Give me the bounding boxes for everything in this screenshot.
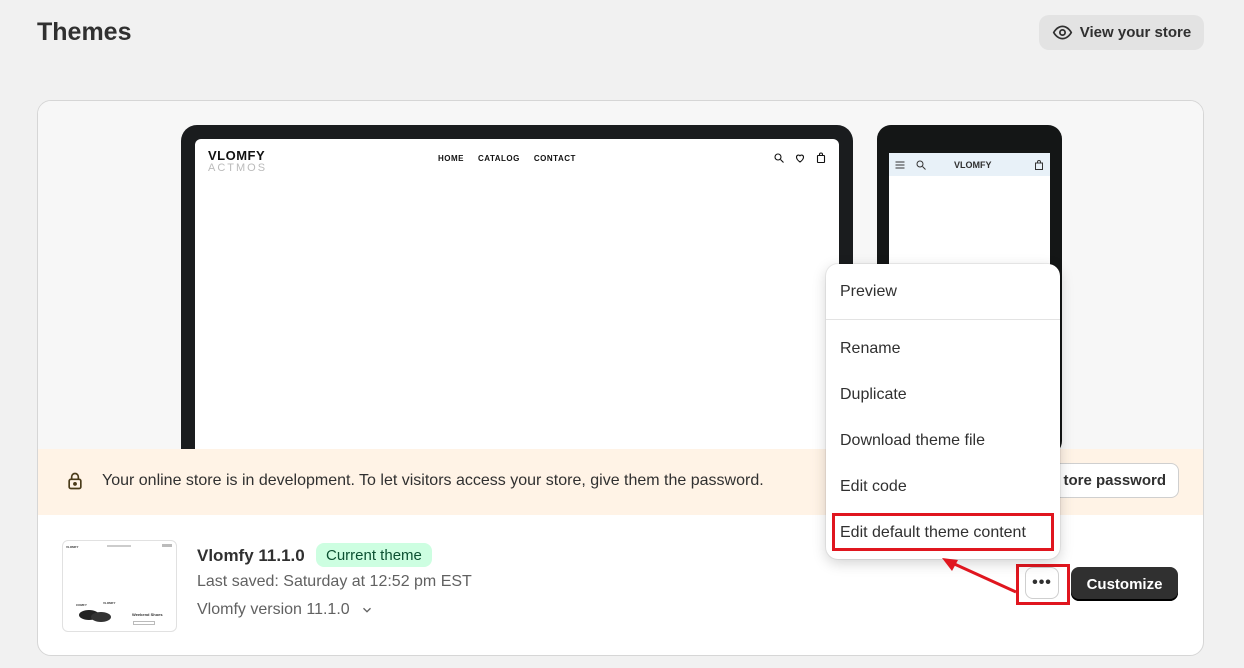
theme-name: Vlomfy 11.1.0 <box>197 546 305 565</box>
current-theme-badge: Current theme <box>316 543 432 567</box>
hamburger-icon <box>895 161 905 168</box>
site-logo-text: VLOMFY <box>208 148 266 163</box>
annotation-arrow <box>942 558 1017 594</box>
mobile-logo: VLOMFY <box>954 159 992 170</box>
menu-item-edit-code[interactable]: Edit code <box>840 478 907 496</box>
thumbnail-nav <box>107 545 131 547</box>
menu-item-duplicate[interactable]: Duplicate <box>840 386 907 404</box>
heart-icon <box>795 154 805 163</box>
view-store-label: View your store <box>1079 24 1192 41</box>
more-actions-highlight <box>1016 564 1070 605</box>
page-title: Themes <box>37 18 132 46</box>
site-nav: HOME CATALOG CONTACT <box>438 154 576 163</box>
site-nav-home: HOME <box>438 154 464 163</box>
site-nav-contact: CONTACT <box>533 154 576 163</box>
menu-item-highlight <box>832 513 1054 551</box>
menu-item-download-theme-file[interactable]: Download theme file <box>840 432 985 450</box>
cart-icon <box>1035 159 1043 170</box>
theme-thumbnail: VLOMFY COMFY VLOMFY Weekend Shoes <box>62 540 177 632</box>
thumbnail-label-c: Weekend Shoes <box>132 612 163 617</box>
last-saved-text: Last saved: Saturday at 12:52 pm EST <box>197 573 472 590</box>
shoes-image <box>79 610 111 622</box>
customize-button[interactable]: Customize <box>1071 567 1178 601</box>
view-store-button[interactable]: View your store <box>1039 15 1204 50</box>
eye-icon <box>1052 25 1073 40</box>
thumbnail-button <box>133 621 155 625</box>
search-icon <box>916 160 926 170</box>
site-icons <box>773 152 827 164</box>
thumbnail-logo: VLOMFY <box>66 545 79 549</box>
mobile-header: VLOMFY <box>889 153 1050 176</box>
menu-divider <box>826 319 1060 320</box>
banner-text: Your online store is in development. To … <box>102 472 764 489</box>
theme-version-text: Vlomfy version 11.1.0 <box>197 601 350 618</box>
bag-icon <box>816 152 826 164</box>
site-nav-catalog: CATALOG <box>478 154 520 163</box>
desktop-preview: VLOMFY ACTMOS HOME CATALOG CONTACT <box>181 125 853 465</box>
site-logo: VLOMFY ACTMOS <box>208 149 267 174</box>
theme-version-toggle[interactable]: Vlomfy version 11.1.0 <box>197 601 374 619</box>
lock-icon <box>68 472 82 490</box>
search-icon <box>774 153 784 163</box>
menu-item-rename[interactable]: Rename <box>840 340 900 358</box>
site-logo-subtext: ACTMOS <box>208 162 268 174</box>
menu-item-preview[interactable]: Preview <box>840 283 897 301</box>
thumbnail-icons <box>162 544 172 547</box>
chevron-down-icon <box>362 607 371 613</box>
desktop-preview-screen: VLOMFY ACTMOS HOME CATALOG CONTACT <box>195 139 839 451</box>
theme-actions-menu: Preview Rename Duplicate Download theme … <box>826 264 1060 559</box>
